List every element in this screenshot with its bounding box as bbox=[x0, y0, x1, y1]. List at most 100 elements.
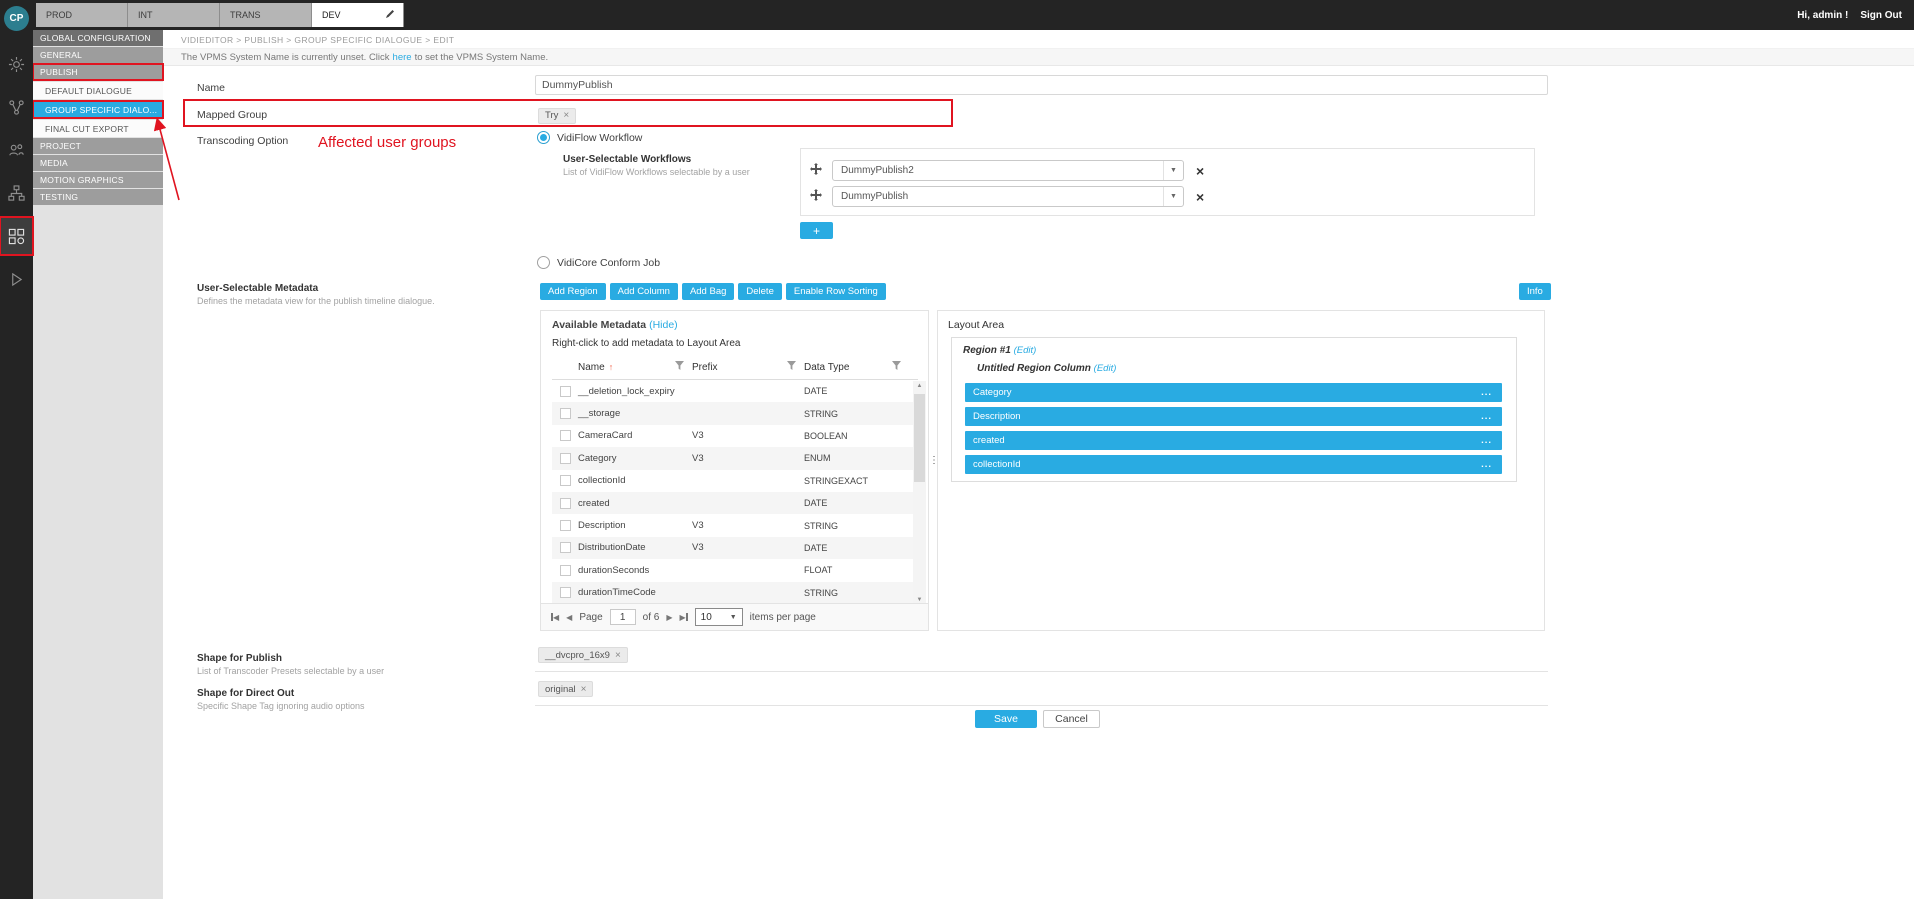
column-header-datatype[interactable]: Data Type bbox=[804, 362, 849, 373]
name-input[interactable] bbox=[535, 75, 1548, 95]
configuration-modules-icon[interactable] bbox=[0, 217, 33, 255]
table-row[interactable]: CameraCardV3BOOLEAN bbox=[552, 425, 918, 447]
drag-handle-icon[interactable] bbox=[810, 162, 822, 180]
prev-page-button[interactable]: ◀ bbox=[566, 613, 572, 622]
mapped-group-tag[interactable]: Try × bbox=[538, 108, 576, 124]
row-checkbox[interactable] bbox=[560, 587, 571, 598]
sign-out-link[interactable]: Sign Out bbox=[1860, 10, 1902, 21]
chevron-down-icon[interactable]: ▼ bbox=[1163, 161, 1183, 180]
nav-general[interactable]: GENERAL bbox=[33, 47, 163, 63]
tab-int[interactable]: INT bbox=[128, 3, 220, 27]
hide-link[interactable]: (Hide) bbox=[649, 319, 678, 331]
scroll-up-icon[interactable]: ▲ bbox=[913, 383, 926, 389]
column-edit-link[interactable]: (Edit) bbox=[1094, 363, 1117, 374]
filter-funnel-icon[interactable] bbox=[787, 361, 796, 373]
enable-row-sorting-button[interactable]: Enable Row Sorting bbox=[786, 283, 886, 300]
table-header-row: Name ↑ Prefix Data Type bbox=[552, 355, 918, 380]
mapped-group-field[interactable]: Try × bbox=[538, 105, 576, 124]
row-checkbox[interactable] bbox=[560, 475, 571, 486]
table-row[interactable]: __deletion_lock_expiryDATE bbox=[552, 380, 918, 402]
row-checkbox[interactable] bbox=[560, 430, 571, 441]
row-checkbox[interactable] bbox=[560, 565, 571, 576]
chevron-down-icon[interactable]: ▼ bbox=[1163, 187, 1183, 206]
play-icon[interactable] bbox=[0, 260, 33, 298]
drag-handle-icon[interactable] bbox=[810, 188, 822, 206]
remove-tag-icon[interactable]: × bbox=[615, 650, 621, 661]
layout-item[interactable]: Category... bbox=[965, 383, 1502, 402]
nav-final-cut-export[interactable]: FINAL CUT EXPORT bbox=[33, 120, 163, 137]
items-per-page-select[interactable]: 10 ▼ bbox=[695, 608, 743, 626]
users-icon[interactable] bbox=[0, 131, 33, 169]
vidicore-radio-label[interactable]: VidiCore Conform Job bbox=[557, 257, 660, 269]
nav-publish[interactable]: PUBLISH bbox=[33, 64, 163, 80]
vidiflow-radio-label[interactable]: VidiFlow Workflow bbox=[557, 132, 642, 144]
row-checkbox[interactable] bbox=[560, 386, 571, 397]
tab-prod[interactable]: PROD bbox=[36, 3, 128, 27]
row-checkbox[interactable] bbox=[560, 520, 571, 531]
workflow-dropdown[interactable]: DummyPublish ▼ bbox=[832, 186, 1184, 207]
scrollbar-thumb[interactable] bbox=[914, 394, 925, 482]
nav-media[interactable]: MEDIA bbox=[33, 155, 163, 171]
last-page-button[interactable]: ▶ bbox=[680, 613, 688, 622]
cancel-button[interactable]: Cancel bbox=[1043, 710, 1100, 728]
layout-item[interactable]: Description... bbox=[965, 407, 1502, 426]
info-button[interactable]: Info bbox=[1519, 283, 1551, 300]
table-row[interactable]: DescriptionV3STRING bbox=[552, 514, 918, 536]
nav-motion-graphics[interactable]: MOTION GRAPHICS bbox=[33, 172, 163, 188]
shape-publish-field[interactable]: __dvcpro_16x9 × bbox=[535, 644, 1548, 672]
row-checkbox[interactable] bbox=[560, 453, 571, 464]
workflow-icon[interactable] bbox=[0, 88, 33, 126]
next-page-button[interactable]: ▶ bbox=[666, 613, 672, 622]
gear-icon[interactable] bbox=[0, 45, 33, 83]
nav-project[interactable]: PROJECT bbox=[33, 138, 163, 154]
region-edit-link[interactable]: (Edit) bbox=[1014, 345, 1037, 356]
column-header-prefix[interactable]: Prefix bbox=[692, 362, 718, 373]
remove-tag-icon[interactable]: × bbox=[581, 684, 587, 695]
row-checkbox[interactable] bbox=[560, 542, 571, 553]
shape-direct-field[interactable]: original × bbox=[535, 678, 1548, 706]
column-header-name[interactable]: Name bbox=[578, 362, 605, 373]
table-row[interactable]: createdDATE bbox=[552, 492, 918, 514]
save-button[interactable]: Save bbox=[975, 710, 1037, 728]
more-options-icon[interactable]: ... bbox=[1481, 435, 1492, 446]
remove-workflow-icon[interactable]: × bbox=[1196, 164, 1204, 178]
vidicore-radio[interactable] bbox=[537, 256, 550, 269]
tab-dev[interactable]: DEV bbox=[312, 3, 404, 27]
shape-direct-tag[interactable]: original × bbox=[538, 681, 593, 697]
row-checkbox[interactable] bbox=[560, 498, 571, 509]
row-checkbox[interactable] bbox=[560, 408, 571, 419]
remove-tag-icon[interactable]: × bbox=[563, 110, 569, 121]
remove-workflow-icon[interactable]: × bbox=[1196, 190, 1204, 204]
more-options-icon[interactable]: ... bbox=[1481, 387, 1492, 398]
table-scrollbar[interactable]: ▲ ▼ bbox=[913, 381, 926, 605]
filter-funnel-icon[interactable] bbox=[675, 361, 684, 373]
shape-publish-tag[interactable]: __dvcpro_16x9 × bbox=[538, 647, 628, 663]
add-column-button[interactable]: Add Column bbox=[610, 283, 678, 300]
nav-testing[interactable]: TESTING bbox=[33, 189, 163, 205]
tab-trans[interactable]: TRANS bbox=[220, 3, 312, 27]
nav-default-dialogue[interactable]: DEFAULT DIALOGUE bbox=[33, 82, 163, 99]
first-page-button[interactable]: ◀ bbox=[551, 613, 559, 622]
vpms-here-link[interactable]: here bbox=[393, 52, 412, 63]
table-row[interactable]: DistributionDateV3DATE bbox=[552, 537, 918, 559]
table-row[interactable]: durationSecondsFLOAT bbox=[552, 559, 918, 581]
table-row[interactable]: __storageSTRING bbox=[552, 402, 918, 424]
panel-splitter-handle[interactable]: ⋮ bbox=[929, 455, 936, 466]
add-bag-button[interactable]: Add Bag bbox=[682, 283, 734, 300]
vidiflow-radio[interactable] bbox=[537, 131, 550, 144]
add-region-button[interactable]: Add Region bbox=[540, 283, 606, 300]
more-options-icon[interactable]: ... bbox=[1481, 411, 1492, 422]
table-row[interactable]: CategoryV3ENUM bbox=[552, 447, 918, 469]
layout-item[interactable]: collectionId... bbox=[965, 455, 1502, 474]
add-workflow-button[interactable]: + bbox=[800, 222, 833, 239]
layout-item[interactable]: created... bbox=[965, 431, 1502, 450]
filter-funnel-icon[interactable] bbox=[892, 361, 901, 373]
table-row[interactable]: collectionIdSTRINGEXACT bbox=[552, 470, 918, 492]
nav-group-specific-dialogue[interactable]: GROUP SPECIFIC DIALO... bbox=[33, 101, 163, 118]
more-options-icon[interactable]: ... bbox=[1481, 459, 1492, 470]
delete-button[interactable]: Delete bbox=[738, 283, 781, 300]
workflow-dropdown[interactable]: DummyPublish2 ▼ bbox=[832, 160, 1184, 181]
table-row[interactable]: durationTimeCodeSTRING bbox=[552, 582, 918, 604]
page-number-input[interactable] bbox=[610, 609, 636, 625]
sitemap-icon[interactable] bbox=[0, 174, 33, 212]
